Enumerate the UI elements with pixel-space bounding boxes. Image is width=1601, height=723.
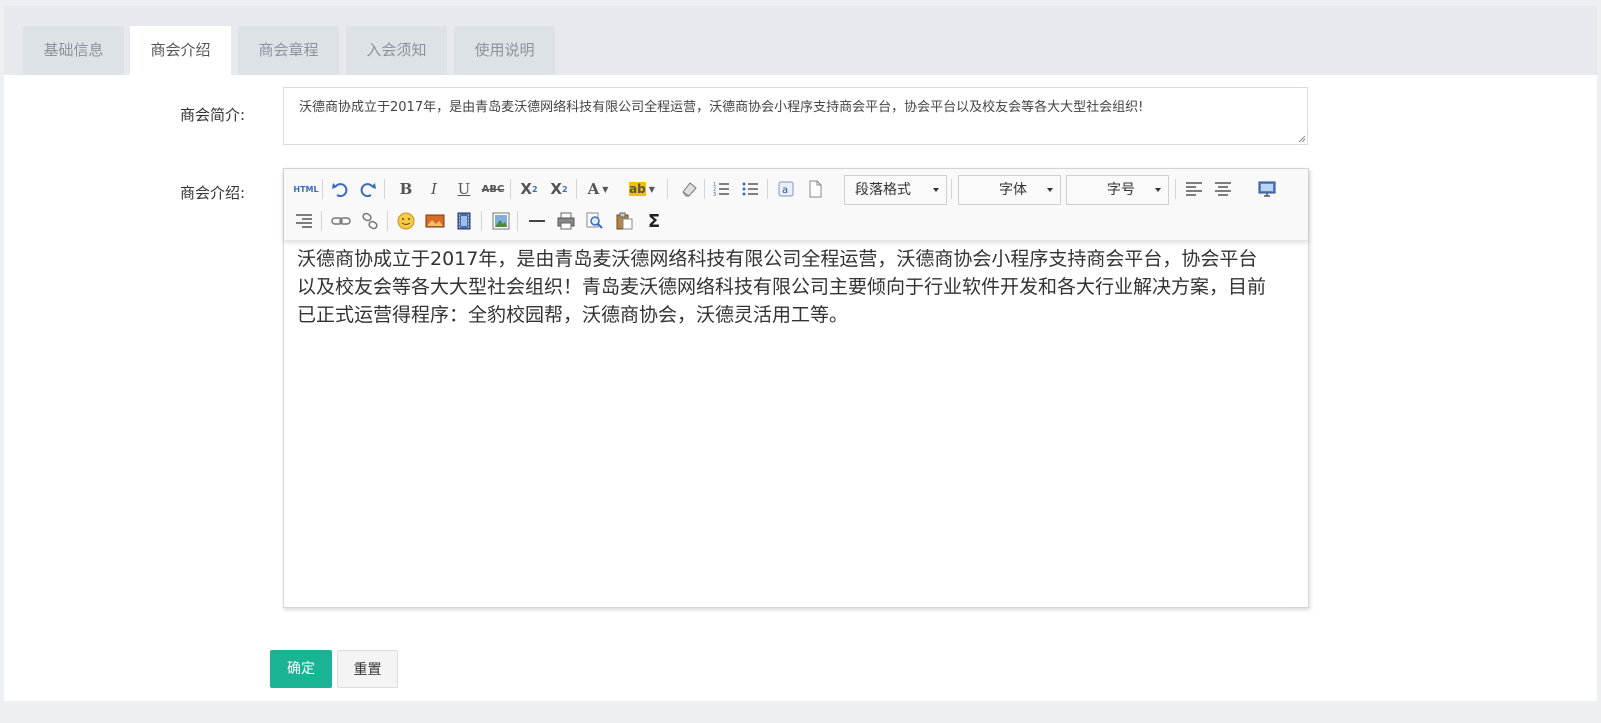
font-color-icon[interactable]: A ▼ [586,177,610,201]
toolbar-separator [322,179,323,199]
summary-label: 商会简介: [180,106,246,124]
summary-text: 沃德商协成立于2017年，是由青岛麦沃德网络科技有限公司全程运营，沃德商协会小程… [299,100,1144,115]
tab-membership-notice[interactable]: 入会须知 [346,26,447,75]
font-family-value: 字体 [999,182,1027,198]
paragraph-format-value: 段落格式 [855,182,911,198]
font-family-select[interactable]: 字体 [958,175,1061,205]
undo-icon[interactable] [328,177,352,201]
rich-text-editor[interactable]: HTML B I U ABC X2 X2 A ▼ ab ▼ 123 a 段落格式… [283,168,1309,608]
editor-content[interactable]: 沃德商协成立于2017年，是由青岛麦沃德网络科技有限公司全程运营，沃德商协会小程… [297,245,1272,329]
tab-chamber-intro[interactable]: 商会介绍 [130,26,231,75]
svg-text:3: 3 [713,192,716,198]
highlight-color-icon[interactable]: ab ▼ [629,177,655,201]
intro-label: 商会介绍: [180,184,246,202]
font-size-select[interactable]: 字号 [1066,175,1169,205]
underline-icon[interactable]: U [452,177,476,201]
page-break-icon[interactable] [803,177,827,201]
anchor-icon[interactable]: a [774,177,798,201]
redo-icon[interactable] [356,177,380,201]
svg-text:a: a [782,185,788,196]
toolbar-separator [481,211,482,231]
confirm-button[interactable]: 确定 [270,650,332,688]
toolbar-separator [384,179,385,199]
tab-usage-guide[interactable]: 使用说明 [454,26,555,75]
superscript-icon[interactable]: X2 [517,177,541,201]
toolbar-separator [951,179,952,199]
reset-button[interactable]: 重置 [337,650,398,688]
align-right-icon[interactable] [292,209,316,233]
preview-icon[interactable] [583,209,607,233]
toolbar-separator [387,211,388,231]
resize-handle-icon[interactable] [1296,133,1306,143]
toolbar-separator [510,179,511,199]
toolbar-separator [767,179,768,199]
toolbar-separator [517,211,518,231]
tab-basic-info[interactable]: 基础信息 [23,26,124,75]
formula-sigma-icon[interactable]: Σ [642,209,666,233]
insert-image-icon[interactable] [489,209,513,233]
paste-icon[interactable] [612,209,636,233]
bold-icon[interactable]: B [394,177,418,201]
align-left-icon[interactable] [1182,177,1206,201]
font-size-value: 字号 [1107,182,1135,198]
emoji-icon[interactable] [394,209,418,233]
eraser-icon[interactable] [677,177,701,201]
toolbar-separator [704,179,705,199]
tab-chamber-charter[interactable]: 商会章程 [238,26,339,75]
tab-bar: 基础信息 商会介绍 商会章程 入会须知 使用说明 [4,6,1597,75]
align-center-icon[interactable] [1211,177,1235,201]
unordered-list-icon[interactable] [738,177,762,201]
subscript-icon[interactable]: X2 [547,177,571,201]
toolbar-separator [1175,179,1176,199]
paragraph-format-select[interactable]: 段落格式 [844,175,947,205]
image-icon[interactable] [423,209,447,233]
html-source-icon[interactable]: HTML [292,177,320,201]
ordered-list-icon[interactable]: 123 [709,177,733,201]
toolbar-separator [576,179,577,199]
toolbar-separator [321,211,322,231]
link-icon[interactable] [329,209,353,233]
print-icon[interactable] [554,209,578,233]
fullscreen-icon[interactable] [1255,177,1279,201]
toolbar-separator [667,179,668,199]
strikethrough-icon[interactable]: ABC [481,177,505,201]
italic-icon[interactable]: I [422,177,446,201]
horizontal-rule-icon[interactable] [525,209,549,233]
editor-toolbar: HTML B I U ABC X2 X2 A ▼ ab ▼ 123 a 段落格式… [284,169,1308,241]
chevron-down-icon [933,188,939,192]
unlink-icon[interactable] [358,209,382,233]
summary-textarea[interactable]: 沃德商协成立于2017年，是由青岛麦沃德网络科技有限公司全程运营，沃德商协会小程… [283,87,1308,145]
video-icon[interactable] [452,209,476,233]
chevron-down-icon [1155,188,1161,192]
chevron-down-icon [1047,188,1053,192]
